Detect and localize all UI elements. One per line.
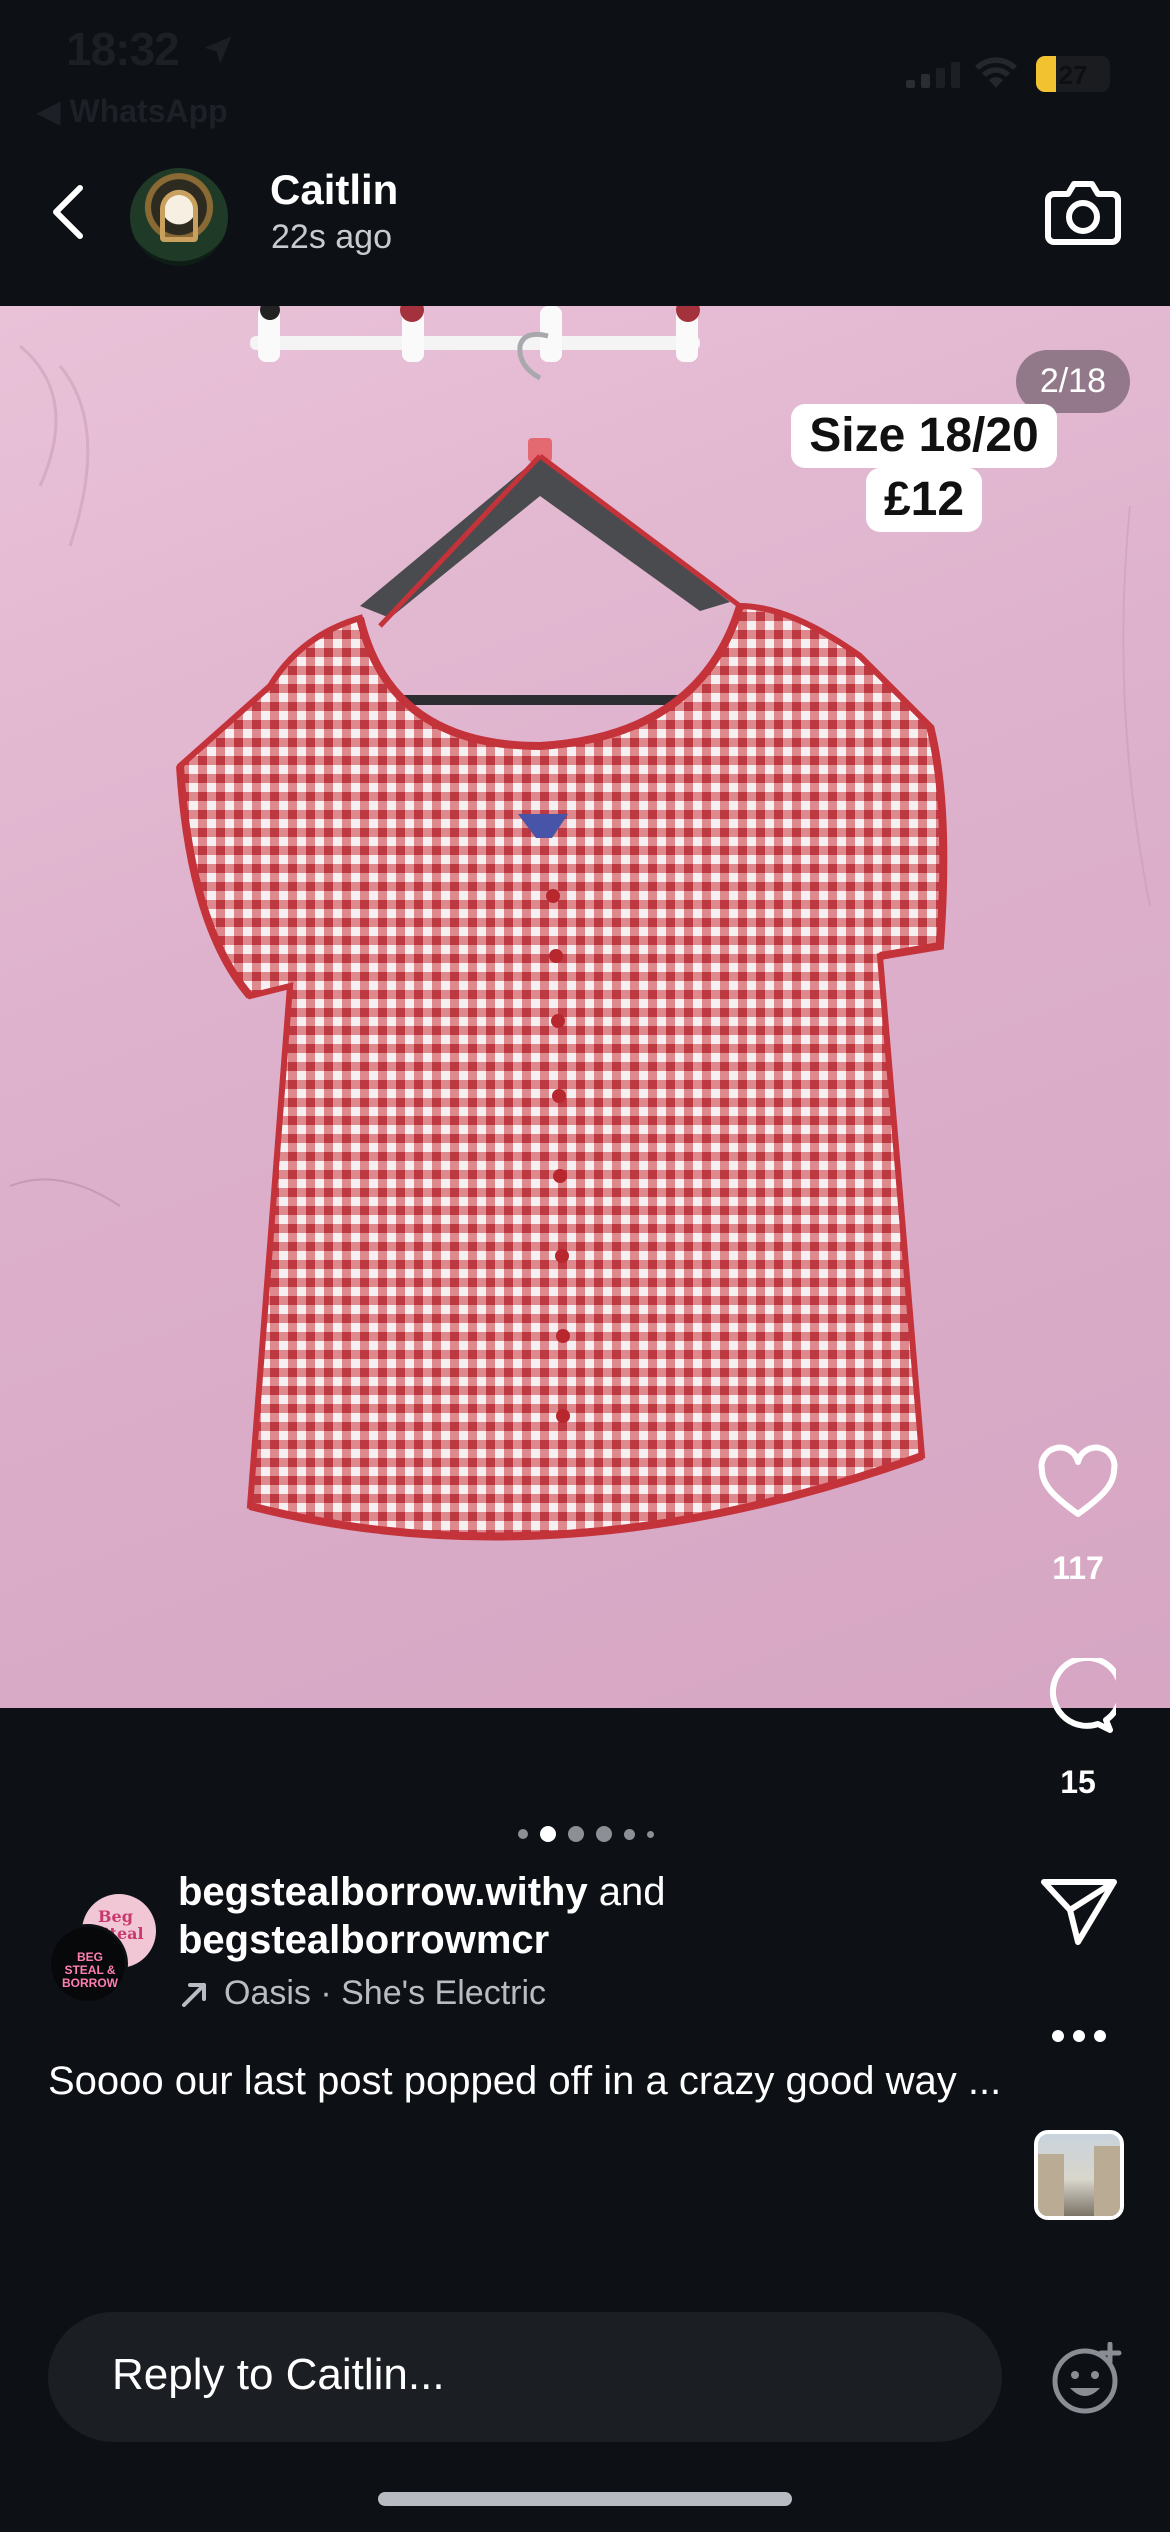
- pagination-dot: [540, 1826, 556, 1842]
- thumb-building-right: [1094, 2146, 1120, 2216]
- price-sticker: Size 18/20 £12: [784, 404, 1064, 532]
- collab-avatar-front[interactable]: BEG STEAL & BORROW: [48, 1924, 128, 2004]
- like-count: 117: [1052, 1550, 1104, 1586]
- story-photo[interactable]: 2/18 Size 18/20 £12: [0, 306, 1170, 1708]
- arrow-up-right-icon: [182, 1982, 206, 2007]
- comment-icon[interactable]: [1040, 1658, 1116, 1734]
- story-viewer: 18:32 ◀ WhatsApp 27 Caitlin 22s ago 2/18…: [0, 0, 1170, 2532]
- author-2[interactable]: begstealborrowmcr: [178, 1918, 549, 1963]
- story-caption[interactable]: Soooo our last post popped off in a craz…: [48, 2052, 1008, 2110]
- sticker-price: £12: [865, 468, 983, 532]
- author-line: begstealborrow.withy and: [178, 1870, 666, 1915]
- pagination-dot: [624, 1828, 635, 1840]
- cellular-signal-icon: [906, 62, 960, 88]
- thumb-building-left: [1038, 2154, 1064, 2216]
- camera-icon[interactable]: [1044, 176, 1122, 246]
- battery-indicator: 27: [1036, 56, 1110, 92]
- heart-icon[interactable]: [1036, 1444, 1120, 1520]
- status-time: 18:32: [66, 23, 180, 75]
- pagination-dot: [596, 1826, 612, 1842]
- back-chevron-icon[interactable]: [46, 182, 90, 242]
- home-indicator[interactable]: [378, 2492, 792, 2506]
- reply-input[interactable]: Reply to Caitlin...: [48, 2312, 1002, 2442]
- pagination-dot: [647, 1830, 654, 1838]
- music-link[interactable]: Oasis · She's Electric: [178, 1974, 546, 2013]
- reply-placeholder: Reply to Caitlin...: [112, 2350, 445, 2399]
- avatar-arch-shape: [160, 190, 198, 242]
- wifi-icon: [975, 57, 1017, 88]
- author-1[interactable]: begstealborrow.withy: [178, 1870, 588, 1914]
- music-album-thumbnail[interactable]: [1034, 2130, 1124, 2220]
- location-arrow-icon: [204, 36, 232, 64]
- send-icon[interactable]: [1040, 1876, 1118, 1946]
- music-title: Oasis · She's Electric: [224, 1974, 547, 2012]
- user-avatar[interactable]: [130, 168, 228, 266]
- more-options-icon[interactable]: [1050, 2028, 1108, 2044]
- comment-count: 15: [1060, 1764, 1096, 1800]
- collab-avatars[interactable]: Beg Steal BEG STEAL & BORROW: [48, 1894, 158, 2004]
- pagination-dot: [518, 1829, 528, 1839]
- user-name[interactable]: Caitlin: [270, 166, 398, 214]
- battery-percent: 27: [1058, 60, 1088, 90]
- pagination-dot: [568, 1826, 584, 1842]
- add-reaction-emoji-icon[interactable]: [1050, 2342, 1124, 2416]
- avatar-front-logo-text: BEG STEAL & BORROW: [62, 1950, 118, 1990]
- carousel-pagination: [518, 1822, 654, 1846]
- author-and: and: [587, 1870, 666, 1914]
- back-to-whatsapp-link[interactable]: ◀ WhatsApp: [36, 92, 228, 130]
- post-time: 22s ago: [271, 218, 392, 256]
- sticker-size: Size 18/20: [791, 404, 1057, 468]
